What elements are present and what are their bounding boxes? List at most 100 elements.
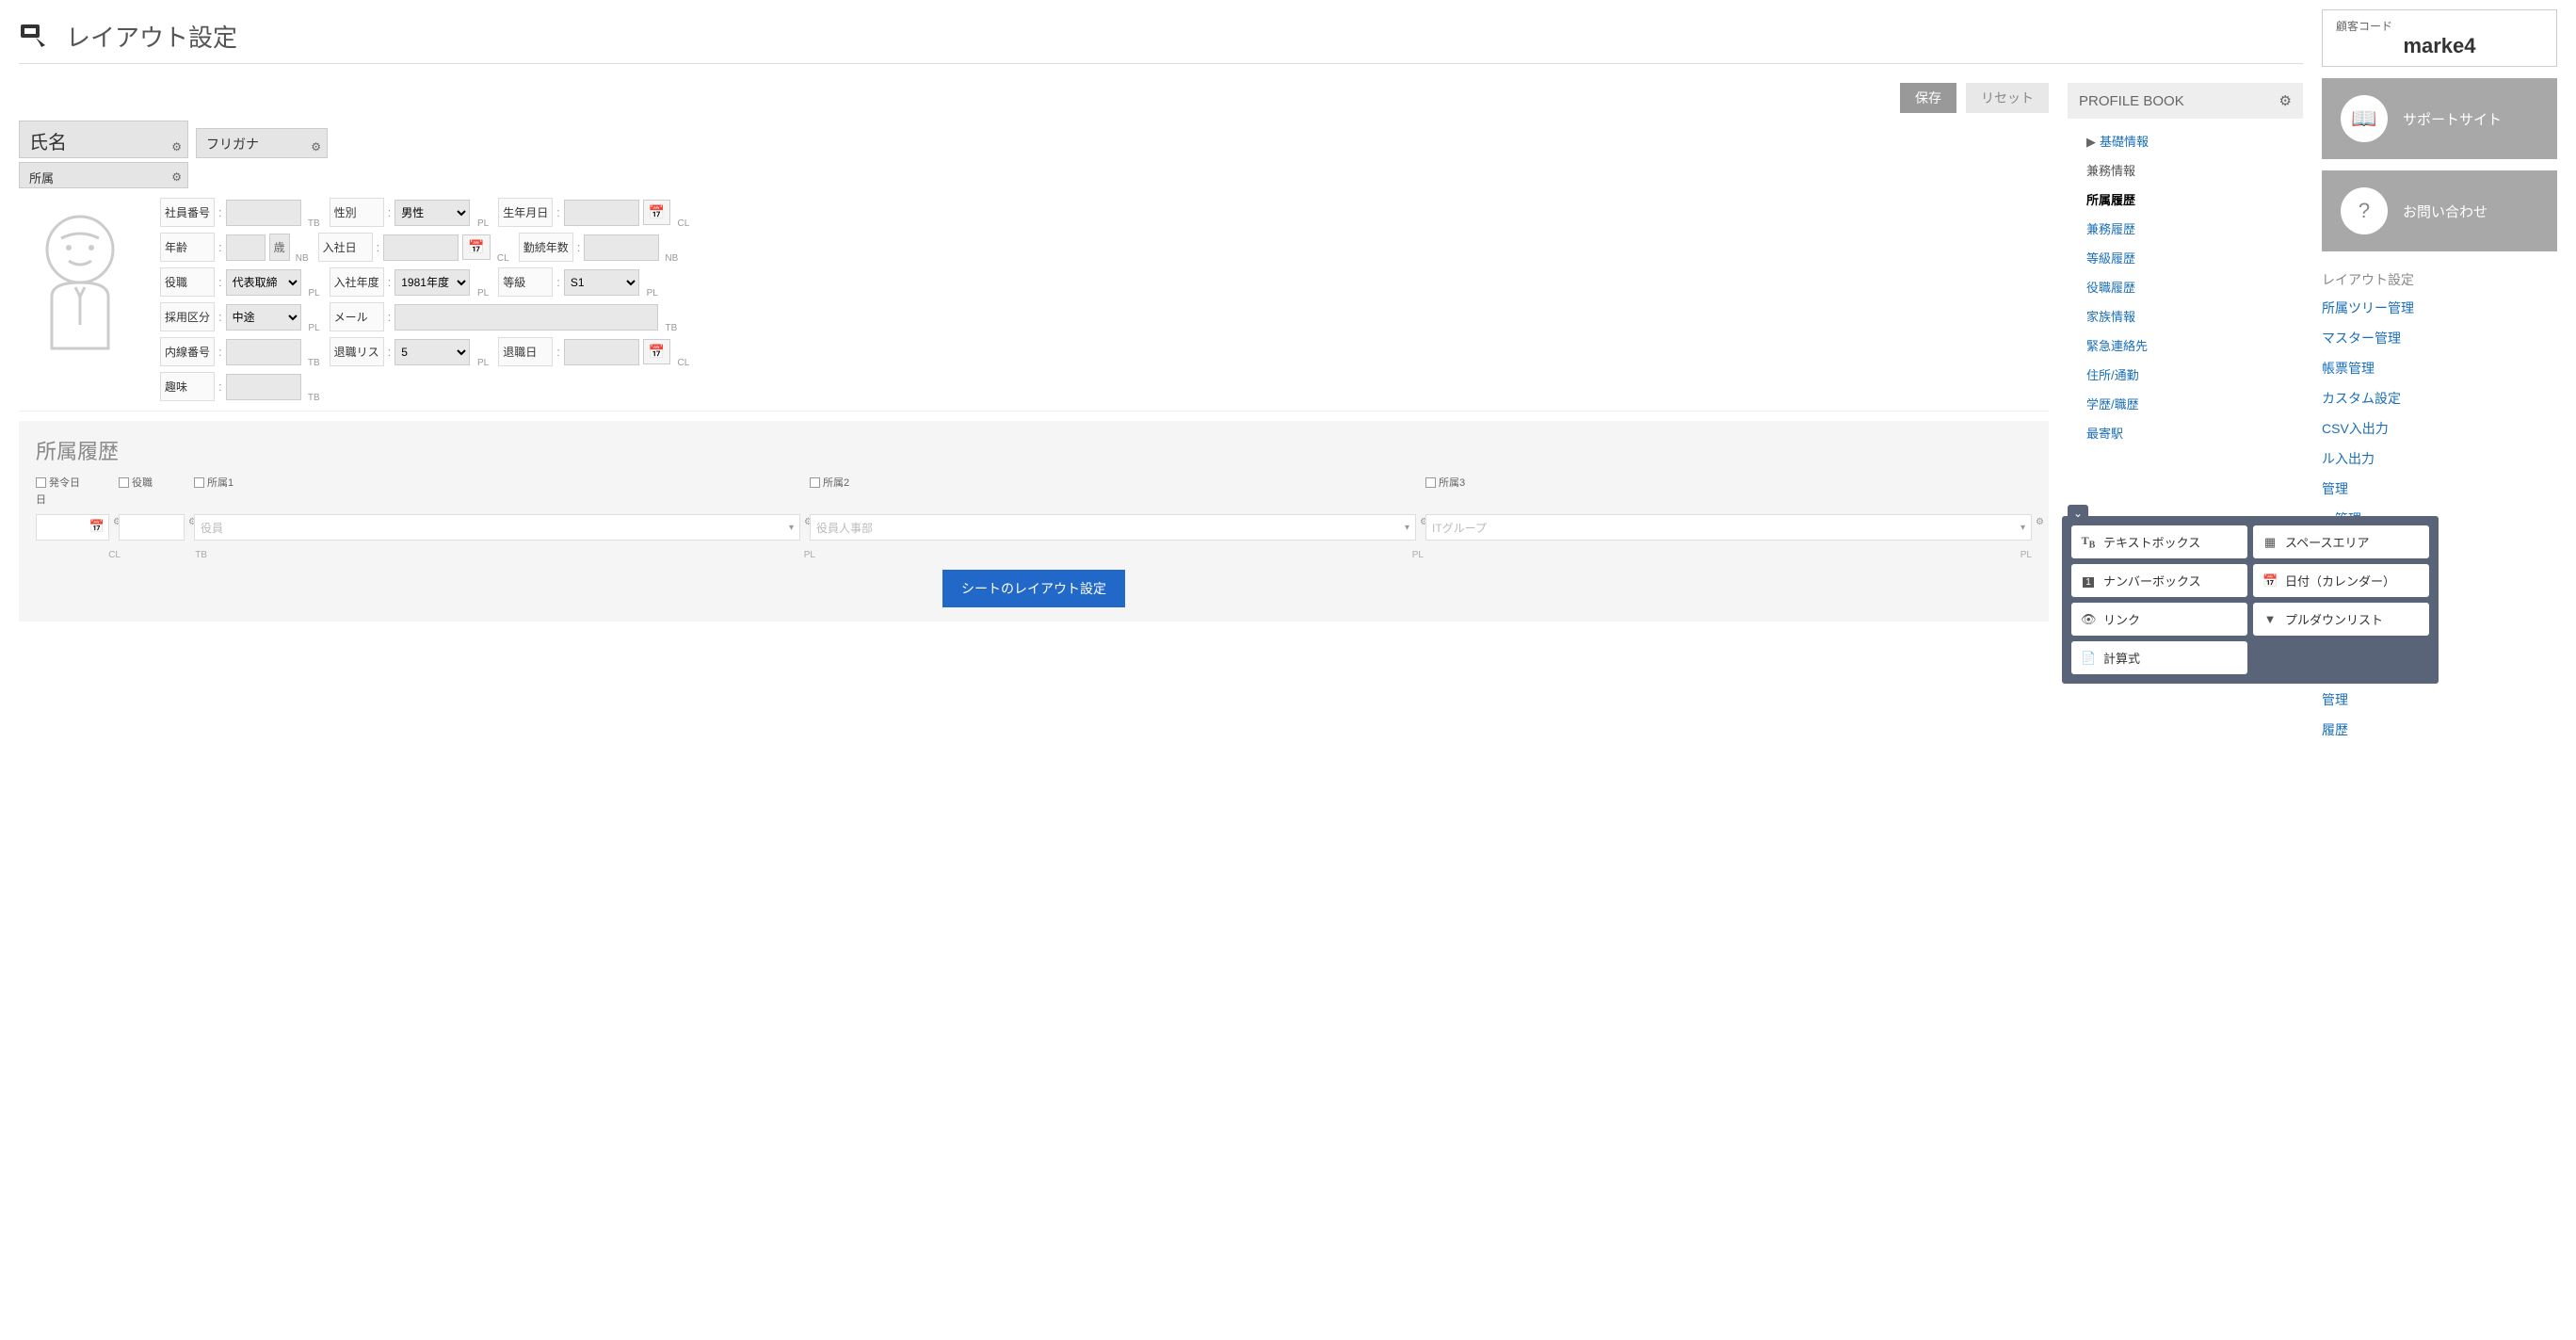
- position-select[interactable]: 代表取締: [226, 269, 301, 296]
- affiliation-field-box[interactable]: 所属 ⚙: [19, 162, 188, 188]
- gear-icon[interactable]: ⚙: [171, 170, 182, 184]
- widget-テキストボックス[interactable]: TBテキストボックス: [2071, 525, 2247, 558]
- calendar-icon[interactable]: 📅: [643, 200, 670, 225]
- side-link[interactable]: 帳票管理: [2322, 353, 2557, 383]
- tenure-cell[interactable]: 勤続年数:NB: [519, 233, 660, 262]
- side-link[interactable]: 履歴: [2322, 715, 2557, 745]
- widget-ナンバーボックス[interactable]: 1ナンバーボックス: [2071, 564, 2247, 597]
- gender-cell[interactable]: 性別:男性PL: [330, 198, 471, 227]
- question-icon: ?: [2341, 187, 2388, 234]
- profile-book-header: PROFILE BOOK ⚙: [2068, 83, 2303, 119]
- layout-icon: [19, 23, 56, 51]
- gender-select[interactable]: 男性: [394, 200, 470, 226]
- widget-icon: 1: [2081, 573, 2096, 588]
- side-link[interactable]: ル入出力: [2322, 444, 2557, 474]
- join-date-cell[interactable]: 入社日:📅CL: [318, 233, 491, 262]
- profile-nav-item[interactable]: 等級履歴: [2068, 243, 2303, 272]
- widget-icon: 📄: [2081, 651, 2096, 666]
- page-header: レイアウト設定: [19, 9, 2303, 64]
- ext-input[interactable]: [226, 339, 301, 365]
- side-link[interactable]: 管理: [2322, 685, 2557, 715]
- join-date-input[interactable]: [383, 234, 459, 261]
- hire-type-select[interactable]: 中途: [226, 304, 301, 331]
- side-link[interactable]: 所属ツリー管理: [2322, 293, 2557, 323]
- widget-プルダウンリスト[interactable]: ▼プルダウンリスト: [2253, 603, 2429, 636]
- kana-label: フリガナ: [206, 137, 259, 152]
- hire-type-cell[interactable]: 採用区分:中途PL: [160, 302, 301, 331]
- profile-nav-item[interactable]: ▶基礎情報: [2068, 126, 2303, 155]
- hist-date-input[interactable]: 📅⚙: [36, 514, 109, 541]
- retire-date-input[interactable]: [564, 339, 639, 365]
- profile-nav-item[interactable]: 学歴/職歴: [2068, 389, 2303, 418]
- widget-icon: ▼: [2262, 612, 2278, 626]
- email-cell[interactable]: メール:TB: [330, 302, 659, 331]
- retire-date-cell[interactable]: 退職日:📅CL: [498, 337, 670, 366]
- collapse-icon[interactable]: ⌄: [2068, 505, 2088, 522]
- side-link[interactable]: カスタム設定: [2322, 383, 2557, 413]
- profile-nav-item[interactable]: 緊急連絡先: [2068, 331, 2303, 360]
- gear-icon[interactable]: ⚙: [2036, 517, 2044, 527]
- ext-cell[interactable]: 内線番号:TB: [160, 337, 301, 366]
- age-cell[interactable]: 年齢:歳NB: [160, 233, 290, 262]
- widget-icon: ▦: [2262, 535, 2278, 550]
- birth-cell[interactable]: 生年月日:📅CL: [498, 198, 670, 227]
- save-button[interactable]: 保存: [1900, 83, 1956, 113]
- retire-risk-select[interactable]: 5: [394, 339, 470, 365]
- checkbox[interactable]: [119, 477, 129, 488]
- checkbox[interactable]: [1425, 477, 1436, 488]
- calendar-icon[interactable]: 📅: [643, 339, 670, 364]
- checkbox[interactable]: [194, 477, 204, 488]
- widget-計算式[interactable]: 📄計算式: [2071, 641, 2247, 674]
- calendar-icon[interactable]: 📅: [462, 234, 490, 260]
- hobby-input[interactable]: [226, 374, 301, 400]
- affiliation-label: 所属: [29, 171, 54, 186]
- position-cell[interactable]: 役職:代表取締PL: [160, 267, 301, 297]
- side-card-サポートサイト[interactable]: 📖サポートサイト: [2322, 78, 2557, 159]
- hist-affil2-select[interactable]: 役員人事部▾⚙: [810, 514, 1416, 541]
- hist-affil3-select[interactable]: ITグループ▾⚙: [1425, 514, 2032, 541]
- gear-icon[interactable]: ⚙: [171, 140, 182, 153]
- emp-no-input[interactable]: [226, 200, 301, 226]
- side-link[interactable]: CSV入出力: [2322, 413, 2557, 444]
- profile-nav-item[interactable]: 家族情報: [2068, 301, 2303, 331]
- tenure-input[interactable]: [584, 234, 659, 261]
- grade-select[interactable]: S1: [564, 269, 639, 296]
- profile-nav-item[interactable]: 兼務履歴: [2068, 214, 2303, 243]
- profile-nav-item[interactable]: 役職履歴: [2068, 272, 2303, 301]
- gear-icon[interactable]: ⚙: [311, 140, 321, 153]
- emp-no-cell[interactable]: 社員番号:TB: [160, 198, 301, 227]
- checkbox[interactable]: [810, 477, 820, 488]
- name-label: 氏名: [29, 133, 67, 153]
- email-input[interactable]: [394, 304, 658, 331]
- birth-input[interactable]: [564, 200, 639, 226]
- customer-code-box: 顧客コード marke4: [2322, 9, 2557, 67]
- sheet-layout-button[interactable]: シートのレイアウト設定: [942, 570, 1125, 607]
- widget-icon: 📅: [2262, 573, 2278, 589]
- side-card-お問い合わせ[interactable]: ?お問い合わせ: [2322, 170, 2557, 251]
- widget-リンク[interactable]: 👁リンク: [2071, 603, 2247, 636]
- kana-field-box[interactable]: フリガナ ⚙: [196, 128, 328, 158]
- name-field-box[interactable]: 氏名 ⚙: [19, 121, 188, 158]
- widget-日付（カレンダー）[interactable]: 📅日付（カレンダー）: [2253, 564, 2429, 597]
- join-year-cell[interactable]: 入社年度:1981年度PL: [330, 267, 471, 297]
- side-section-title: レイアウト設定: [2322, 263, 2557, 293]
- side-link[interactable]: 管理: [2322, 474, 2557, 504]
- gear-icon[interactable]: ⚙: [2279, 92, 2292, 109]
- hist-affil1-select[interactable]: 役員▾⚙: [194, 514, 800, 541]
- profile-nav-item[interactable]: 所属履歴: [2068, 185, 2303, 214]
- profile-nav-item[interactable]: 住所/通勤: [2068, 360, 2303, 389]
- retire-risk-cell[interactable]: 退職リス:5PL: [330, 337, 471, 366]
- side-link[interactable]: マスター管理: [2322, 323, 2557, 353]
- widget-palette[interactable]: ⌄ TBテキストボックス▦スペースエリア1ナンバーボックス📅日付（カレンダー）👁…: [2062, 516, 2439, 684]
- reset-button[interactable]: リセット: [1966, 83, 2049, 113]
- avatar-placeholder: [19, 198, 141, 358]
- checkbox[interactable]: [36, 477, 46, 488]
- profile-nav-item[interactable]: 兼務情報: [2068, 155, 2303, 185]
- join-year-select[interactable]: 1981年度: [394, 269, 470, 296]
- widget-スペースエリア[interactable]: ▦スペースエリア: [2253, 525, 2429, 558]
- hist-position-input[interactable]: ⚙: [119, 514, 185, 541]
- hobby-cell[interactable]: 趣味:TB: [160, 372, 301, 401]
- grade-cell[interactable]: 等級:S1PL: [498, 267, 639, 297]
- age-input[interactable]: [226, 234, 266, 261]
- profile-nav-item[interactable]: 最寄駅: [2068, 418, 2303, 447]
